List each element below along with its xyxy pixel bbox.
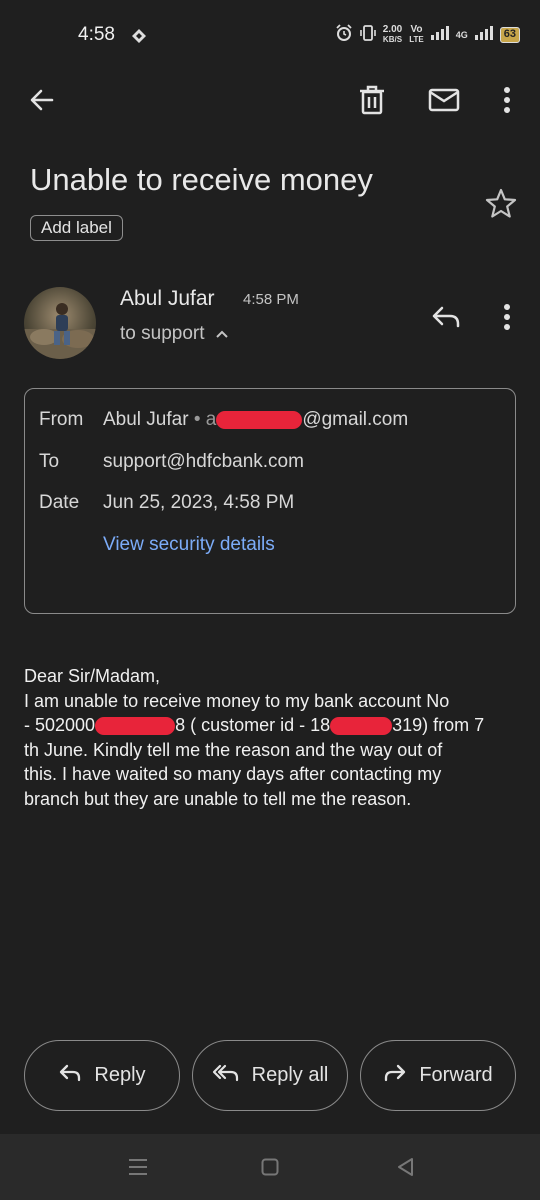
date-value: Jun 25, 2023, 4:58 PM: [103, 492, 295, 513]
home-icon[interactable]: [261, 1158, 279, 1181]
reply-all-button[interactable]: Reply all: [192, 1040, 348, 1111]
status-icons: 2.00 KB/S Vo LTE 4G 63: [335, 24, 520, 45]
more-vert-icon[interactable]: [492, 80, 522, 120]
network-speed-value: 2.00: [382, 23, 403, 35]
body-line: I am unable to receive money to my bank …: [24, 690, 450, 711]
email-details-card: From Abul Jufar • a @gmail.com To support…: [24, 388, 516, 614]
redaction-mark: [95, 717, 176, 736]
delete-icon[interactable]: [352, 80, 392, 120]
chevron-up-icon[interactable]: [215, 323, 229, 345]
body-line: this. I have waited so many days after c…: [24, 764, 442, 784]
reply-label: Reply: [94, 1064, 146, 1086]
volte-top: Vo: [410, 23, 423, 35]
reply-button[interactable]: Reply: [24, 1040, 180, 1111]
date-row: Date Jun 25, 2023, 4:58 PM: [39, 492, 294, 514]
network-type: 4G: [456, 30, 468, 40]
network-type-label: 4G: [455, 29, 468, 40]
redaction-mark: [216, 410, 303, 429]
body-line-redacted: - 502000 8 ( customer id - 18 319) from 7: [24, 713, 524, 738]
forward-label: Forward: [419, 1064, 493, 1086]
signal-2-icon: [474, 26, 493, 43]
body-line3-c: 319) from 7: [392, 715, 485, 735]
sender-name: Abul Jufar: [120, 287, 215, 310]
from-value: Abul Jufar • a @gmail.com: [103, 409, 409, 430]
from-label: From: [39, 409, 84, 430]
body-line3-b: 8 ( customer id - 18: [175, 715, 331, 735]
reply-all-label: Reply all: [251, 1064, 329, 1086]
recipient-summary-text: to support: [120, 323, 205, 344]
system-nav-bar: [0, 1134, 540, 1200]
email-time: 4:58 PM: [243, 291, 299, 308]
signal-icon: [430, 26, 449, 43]
vibrate-icon: [359, 24, 376, 45]
volte-bottom: LTE: [409, 34, 424, 44]
recipient-summary[interactable]: to support: [120, 323, 229, 345]
reply-all-icon: [212, 1063, 240, 1089]
back-icon[interactable]: [396, 1157, 414, 1182]
battery-indicator: 63: [499, 26, 520, 43]
redaction-mark: [330, 717, 393, 736]
from-row: From Abul Jufar • a @gmail.com: [39, 409, 408, 431]
from-name: Abul Jufar: [103, 409, 189, 430]
alarm-icon: [335, 24, 353, 45]
nav-arrow-icon: [131, 28, 147, 49]
back-arrow-icon[interactable]: [22, 80, 62, 120]
volte-indicator: Vo LTE: [409, 23, 424, 45]
to-label: To: [39, 451, 60, 472]
email-subject: Unable to receive money: [30, 162, 373, 197]
status-bar: 4:58 2.00 KB/S Vo LTE 4G 63: [0, 0, 540, 70]
reply-icon[interactable]: [426, 298, 466, 334]
forward-button[interactable]: Forward: [360, 1040, 516, 1111]
app-bar: [0, 72, 540, 136]
mark-unread-icon[interactable]: [423, 80, 465, 120]
message-more-icon[interactable]: [492, 300, 522, 334]
body-line: th June. Kindly tell me the reason and t…: [24, 739, 443, 760]
star-icon[interactable]: [485, 188, 517, 223]
status-time: 4:58: [78, 24, 115, 45]
menu-icon[interactable]: [128, 1158, 148, 1181]
to-row: To support@hdfcbank.com: [39, 451, 304, 473]
body-line: branch but they are unable to tell me th…: [24, 788, 412, 809]
avatar[interactable]: [24, 287, 96, 359]
forward-icon: [383, 1063, 407, 1089]
body-line3-a: - 502000: [24, 715, 96, 735]
reply-icon: [58, 1063, 82, 1089]
add-label-button[interactable]: Add label: [30, 215, 123, 241]
from-domain: @gmail.com: [302, 409, 409, 430]
date-label: Date: [39, 492, 80, 513]
to-value: support@hdfcbank.com: [103, 451, 304, 472]
network-speed-unit: KB/S: [382, 34, 403, 44]
body-greeting: Dear Sir/Madam,: [24, 666, 161, 686]
view-security-details-link[interactable]: View security details: [103, 534, 275, 556]
network-speed: 2.00 KB/S: [382, 23, 403, 45]
email-body: Dear Sir/Madam, I am unable to receive m…: [24, 664, 524, 811]
